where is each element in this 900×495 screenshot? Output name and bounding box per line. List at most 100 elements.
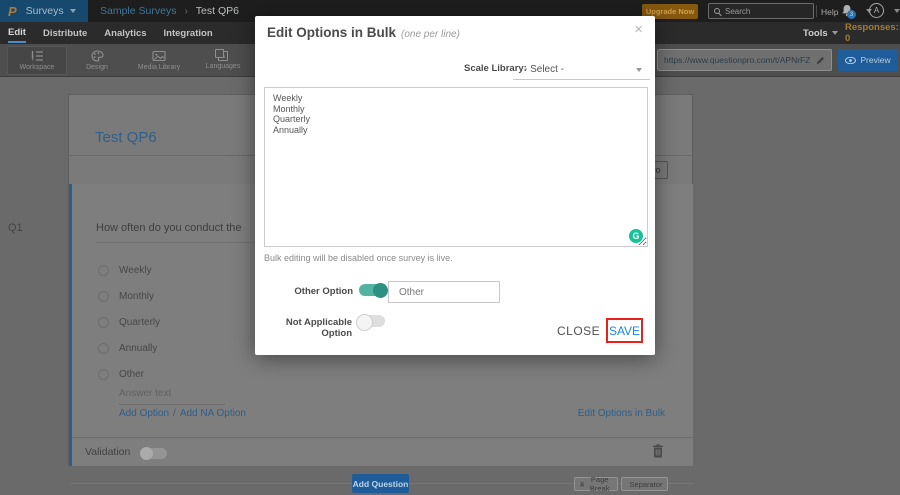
option-label[interactable]: Annually [119, 343, 157, 354]
option-label[interactable]: Quarterly [119, 317, 160, 328]
validation-label: Validation [85, 446, 131, 458]
answer-options-list: Weekly Monthly Quarterly Annually Other [98, 257, 160, 387]
global-search [708, 3, 814, 19]
option-row: Other [98, 361, 160, 387]
notification-badge: 3 [847, 10, 856, 19]
questionpro-app: P Surveys Sample Surveys › Test QP6 Upgr… [0, 0, 900, 495]
modal-header: Edit Options in Bulk (one per line) [267, 25, 460, 40]
option-label[interactable]: Monthly [119, 291, 154, 302]
languages-icon-letter: A [220, 52, 226, 60]
radio-button[interactable] [98, 316, 109, 328]
survey-title[interactable]: Test QP6 [95, 129, 157, 146]
toolbar-design[interactable]: Design [67, 46, 127, 75]
tab-edit[interactable]: Edit [8, 23, 26, 43]
survey-url-field[interactable]: https://www.questionpro.com/t/APNrFZ [657, 49, 832, 71]
scale-library-select[interactable]: - Select - [513, 59, 650, 80]
validation-divider [72, 437, 693, 438]
close-button[interactable]: CLOSE [557, 324, 600, 338]
survey-menu-items: Edit Distribute Analytics Integration [8, 22, 213, 44]
survey-url-text: https://www.questionpro.com/t/APNrFZ [664, 55, 811, 65]
breadcrumb: Sample Surveys › Test QP6 [100, 0, 239, 22]
tab-analytics[interactable]: Analytics [104, 24, 146, 42]
tab-distribute[interactable]: Distribute [43, 24, 87, 42]
bulk-edit-note: Bulk editing will be disabled once surve… [264, 253, 453, 263]
help-link[interactable]: Help [821, 7, 838, 17]
na-option-toggle[interactable] [356, 313, 385, 331]
toolbar-workspace[interactable]: Workspace [7, 46, 67, 75]
product-switcher[interactable]: P Surveys [0, 0, 88, 22]
notifications-button[interactable]: 3 [841, 4, 857, 19]
page-break-label: Page Break [589, 475, 610, 493]
chevron-down-icon [69, 9, 76, 13]
questionpro-logo: P [8, 3, 17, 19]
toolbar-media-library-label: Media Library [137, 64, 181, 71]
option-label[interactable]: Other [119, 369, 144, 380]
edit-options-bulk-modal: Edit Options in Bulk (one per line) × Sc… [255, 16, 655, 355]
other-answer-placeholder[interactable]: Answer text [119, 388, 171, 399]
separator-button[interactable]: Separator [621, 477, 668, 491]
tools-menu[interactable]: Tools [803, 22, 838, 44]
trash-icon[interactable] [652, 444, 664, 458]
breadcrumb-parent-link[interactable]: Sample Surveys [100, 5, 176, 17]
edit-options-in-bulk-link[interactable]: Edit Options in Bulk [545, 408, 665, 419]
toolbar-workspace-label: Workspace [19, 64, 55, 71]
close-icon[interactable]: × [632, 20, 645, 39]
preview-label: Preview [860, 55, 891, 65]
option-row: Annually [98, 335, 160, 361]
option-row: Quarterly [98, 309, 160, 335]
chevron-down-icon [831, 31, 838, 35]
modal-subtitle: (one per line) [401, 29, 460, 40]
other-option-toggle[interactable] [359, 282, 388, 298]
add-option-link[interactable]: Add Option [119, 408, 169, 419]
languages-icon: A [215, 49, 228, 61]
eye-icon [845, 56, 857, 64]
avatar[interactable]: A [869, 3, 884, 18]
page-break-icon [580, 481, 585, 487]
page-break-button[interactable]: Page Break [574, 475, 618, 493]
modal-title: Edit Options in Bulk [267, 25, 396, 40]
pencil-icon[interactable] [816, 56, 825, 65]
save-annotation-box: SAVE [606, 318, 643, 343]
tools-label: Tools [803, 27, 828, 39]
grammarly-icon[interactable]: G [629, 229, 643, 243]
chevron-down-icon [636, 68, 642, 72]
preview-button[interactable]: Preview [838, 49, 898, 71]
topbar-divider [816, 5, 817, 17]
other-option-label: Other Option [294, 286, 353, 297]
toolbar-languages-label: Languages [205, 63, 241, 70]
scale-library-value: - Select - [524, 63, 565, 75]
search-input[interactable] [725, 6, 805, 16]
other-option-input[interactable] [388, 281, 500, 303]
question-text-underline [96, 242, 254, 243]
other-answer-underline [119, 404, 225, 405]
option-row: Monthly [98, 283, 160, 309]
breadcrumb-separator: › [184, 5, 188, 17]
radio-button[interactable] [98, 342, 109, 354]
separator-label: Separator [629, 479, 663, 489]
search-icon [714, 8, 720, 14]
toolbar-design-label: Design [86, 64, 108, 71]
question-text[interactable]: How often do you conduct the [96, 222, 242, 234]
add-option-links: Add Option / Add NA Option [119, 408, 246, 419]
add-na-option-link[interactable]: Add NA Option [180, 408, 246, 419]
design-icon [90, 50, 104, 62]
bulk-options-textarea[interactable]: Weekly Monthly Quarterly Annually [264, 87, 648, 247]
toolbar-languages[interactable]: A Languages [193, 46, 253, 75]
option-label[interactable]: Weekly [119, 265, 152, 276]
radio-button[interactable] [98, 264, 109, 276]
tab-integration[interactable]: Integration [164, 24, 213, 42]
validation-toggle[interactable] [140, 447, 167, 460]
chevron-down-icon[interactable] [894, 9, 900, 13]
radio-button[interactable] [98, 290, 109, 302]
workspace-icon [31, 51, 43, 61]
responses-count[interactable]: Responses: 0 [845, 22, 900, 44]
option-row: Weekly [98, 257, 160, 283]
toolbar-media-library[interactable]: Media Library [127, 46, 191, 75]
save-button[interactable]: SAVE [609, 324, 640, 338]
question-number: Q1 [8, 222, 23, 234]
product-label: Surveys [25, 5, 64, 17]
breadcrumb-current: Test QP6 [195, 5, 239, 17]
add-question-button[interactable]: Add Question [352, 474, 409, 493]
radio-button[interactable] [98, 368, 109, 380]
link-separator: / [173, 408, 176, 419]
